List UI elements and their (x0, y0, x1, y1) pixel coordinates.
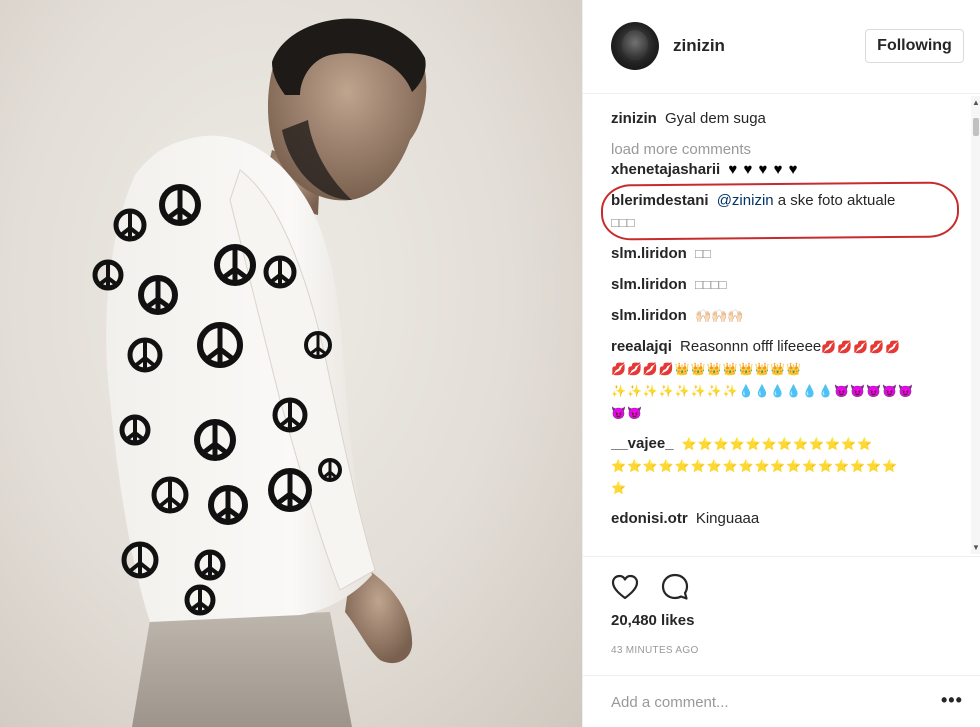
post-timestamp[interactable]: 43 MINUTES AGO (611, 645, 699, 656)
heart-outline-icon[interactable] (609, 571, 641, 603)
caption-username[interactable]: zinizin (611, 110, 657, 127)
scroll-down-icon[interactable]: ▼ (972, 543, 980, 552)
comment-username[interactable]: slm.liridon (611, 307, 687, 324)
comment-text: Kinguaaa (695, 510, 760, 527)
comment-text: □□ (695, 246, 711, 261)
caption-text: Gyal dem suga (665, 110, 766, 127)
list-item: edonisi.otr Kinguaaa (611, 508, 966, 530)
comment-bubble-icon[interactable] (659, 571, 691, 603)
comment-username[interactable]: slm.liridon (611, 276, 687, 293)
post-header: zinizin Following (583, 0, 980, 94)
more-options-button[interactable]: ••• (941, 690, 963, 711)
comment-text: □□□□ (695, 277, 727, 292)
comment-emoji: 😈😈 (611, 406, 643, 420)
comment-text: 🙌🏻🙌🏻🙌🏻 (695, 308, 744, 323)
list-item: slm.liridon □□ (611, 243, 966, 265)
comment-username[interactable]: blerimdestani (611, 192, 709, 209)
comment-mention[interactable]: @zinizin (717, 192, 774, 209)
add-comment-section: ••• (583, 675, 980, 727)
comment-emoji: 👑👑👑👑👑👑👑👑 (674, 362, 803, 376)
avatar[interactable] (611, 22, 659, 70)
comments-list: zinizin Gyal dem suga load more comments… (611, 108, 966, 554)
post-actions: 20,480 likes 43 MINUTES AGO (583, 556, 980, 676)
comment-username[interactable]: edonisi.otr (611, 510, 688, 527)
add-comment-input[interactable] (611, 690, 911, 714)
comment-emoji: ⭐ (611, 481, 627, 495)
list-item: reealajqi Reasonnn offf lifeeee💋💋💋💋💋 💋💋💋… (611, 336, 966, 424)
scroll-up-icon[interactable]: ▲ (972, 98, 980, 107)
comment-username[interactable]: reealajqi (611, 338, 672, 355)
scrollbar-thumb[interactable] (973, 118, 979, 136)
comment-emoji: 😈😈😈😈😈 (834, 384, 914, 398)
post-photo-illustration (92, 18, 427, 727)
list-item: __vajee_ ⭐⭐⭐⭐⭐⭐⭐⭐⭐⭐⭐⭐ ⭐⭐⭐⭐⭐⭐⭐⭐⭐⭐⭐⭐⭐⭐⭐⭐⭐⭐… (611, 433, 966, 499)
list-item: xhenetajasharii ♥ ♥ ♥ ♥ ♥ (611, 159, 966, 181)
header-username[interactable]: zinizin (673, 36, 725, 56)
comment-emoji: ✨✨✨✨✨✨✨✨ (611, 384, 739, 398)
list-item: blerimdestani @zinizin a ske foto aktual… (611, 190, 966, 234)
likes-count[interactable]: 20,480 likes (611, 612, 694, 629)
comment-emoji: 💋💋💋💋 (611, 362, 675, 376)
comment-emoji: 💋💋💋💋💋 (821, 340, 901, 354)
comment-username[interactable]: slm.liridon (611, 245, 687, 262)
list-item: slm.liridon 🙌🏻🙌🏻🙌🏻 (611, 305, 966, 327)
caption: zinizin Gyal dem suga (611, 108, 966, 130)
following-button[interactable]: Following (865, 29, 964, 63)
comment-text: a ske foto aktuale (777, 192, 896, 209)
post-photo (0, 0, 582, 727)
comment-emoji: ⭐⭐⭐⭐⭐⭐⭐⭐⭐⭐⭐⭐ (681, 437, 874, 451)
comment-emoji: □□□ (611, 215, 635, 230)
comment-username[interactable]: xhenetajasharii (611, 161, 720, 178)
comment-text: ♥ ♥ ♥ ♥ ♥ (728, 161, 799, 178)
comment-emoji: 💧💧💧💧💧💧 (738, 384, 835, 398)
comment-text: Reasonnn offf lifeeee (680, 338, 822, 355)
load-more-comments-link[interactable]: load more comments (611, 139, 966, 161)
comment-emoji: ⭐⭐⭐⭐⭐⭐⭐⭐⭐⭐⭐⭐⭐⭐⭐⭐⭐⭐ (611, 459, 898, 473)
post-sidebar: zinizin Following zinizin Gyal dem suga … (582, 0, 980, 727)
comment-username[interactable]: __vajee_ (611, 435, 674, 452)
list-item: slm.liridon □□□□ (611, 274, 966, 296)
comments-scrollbar[interactable]: ▲ ▼ (971, 96, 980, 554)
